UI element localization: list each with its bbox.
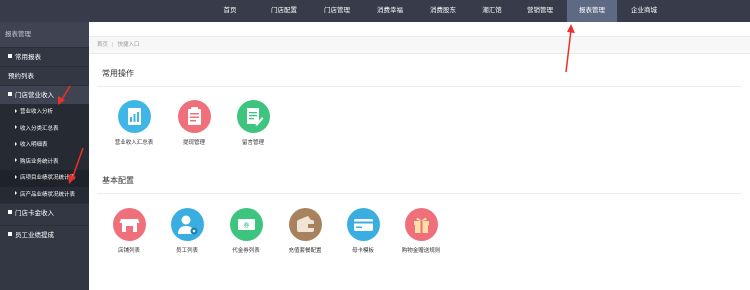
sidebar-subitem-label: 购店业务统计表 bbox=[20, 158, 59, 165]
caret-right-icon bbox=[15, 158, 17, 163]
card-template-icon bbox=[346, 208, 380, 241]
sidebar-item-label: 门店营业收入 bbox=[15, 92, 54, 99]
tile-shopping-gold-rules[interactable]: 购物金赠送规则 bbox=[393, 208, 449, 254]
nav-home[interactable]: 首页 bbox=[215, 0, 245, 22]
tile-label: 营业收入汇总表 bbox=[114, 140, 154, 146]
annotation-arrow-store-revenue bbox=[58, 85, 71, 105]
report-chart-icon bbox=[117, 100, 151, 133]
sidebar-item-label: 常用报表 bbox=[15, 54, 41, 61]
main-content: 首页 | 快捷入口 常用操作 营业收入汇总表 提现管理 留言管理 基本配置 店铺列表… bbox=[89, 22, 750, 290]
note-edit-icon bbox=[236, 100, 270, 133]
sidebar-title: 报表管理 bbox=[0, 22, 89, 47]
tile-card-template[interactable]: 母卡模板 bbox=[335, 208, 391, 254]
bullet-icon bbox=[8, 210, 12, 215]
store-icon bbox=[112, 208, 146, 241]
sidebar-item-label: 门店卡金收入 bbox=[15, 210, 54, 217]
bullet-icon bbox=[8, 92, 12, 97]
wallet-icon bbox=[288, 208, 322, 241]
caret-right-icon bbox=[15, 174, 17, 179]
nav-consumer-happiness[interactable]: 消费幸福 bbox=[367, 0, 413, 22]
tile-voucher-list[interactable]: 券 代金券列表 bbox=[218, 208, 274, 254]
nav-consumer-shareholder[interactable]: 消费股东 bbox=[420, 0, 466, 22]
section-title-common: 常用操作 bbox=[102, 69, 134, 78]
sidebar-item-store-revenue[interactable]: 门店营业收入 bbox=[0, 85, 89, 104]
top-nav-menu: 首页 门店配置 门店管理 消费幸福 消费股东 潮汇馆 营销管理 报表管理 企业商… bbox=[215, 0, 666, 22]
sidebar-item-reservation-list[interactable]: 预约列表 bbox=[0, 66, 89, 85]
clipboard-icon bbox=[177, 100, 211, 133]
caret-right-icon bbox=[15, 108, 17, 113]
tile-message-management[interactable]: 留言管理 bbox=[225, 100, 281, 146]
nav-enterprise-mall[interactable]: 企业商城 bbox=[622, 0, 666, 22]
tile-label: 代金券列表 bbox=[232, 248, 260, 254]
breadcrumb: 首页 | 快捷入口 bbox=[89, 36, 750, 54]
section-divider bbox=[97, 86, 742, 87]
sidebar-item-common-reports[interactable]: 常用报表 bbox=[0, 47, 89, 66]
sidebar-subitem-label: 收入明细表 bbox=[20, 142, 48, 148]
annotation-arrow-project-performance bbox=[68, 147, 84, 184]
svg-text:券: 券 bbox=[243, 222, 249, 230]
tile-staff-list[interactable]: 员工列表 bbox=[159, 208, 215, 254]
nav-trend-hall[interactable]: 潮汇馆 bbox=[472, 0, 512, 22]
caret-right-icon bbox=[15, 191, 17, 196]
tile-label: 店铺列表 bbox=[117, 248, 140, 254]
sidebar-subitem-label: 营业收入分析 bbox=[20, 109, 54, 115]
nav-reports[interactable]: 报表管理 bbox=[567, 0, 617, 22]
sidebar-subitem-revenue-analysis[interactable]: 营业收入分析 bbox=[0, 104, 89, 121]
user-settings-icon bbox=[170, 208, 204, 241]
sidebar-item-store-card-revenue[interactable]: 门店卡金收入 bbox=[0, 203, 89, 222]
voucher-icon: 券 bbox=[229, 208, 263, 241]
tile-label: 购物金赠送规则 bbox=[401, 248, 441, 254]
nav-store-config[interactable]: 门店配置 bbox=[261, 0, 307, 22]
nav-store-management[interactable]: 门店管理 bbox=[314, 0, 360, 22]
tile-store-list[interactable]: 店铺列表 bbox=[101, 208, 157, 254]
breadcrumb-home[interactable]: 首页 bbox=[97, 42, 108, 48]
sidebar-item-staff-commission[interactable]: 员工业绩提成 bbox=[0, 225, 89, 244]
sidebar-subitem-label: 店产品业绩状况统计表 bbox=[20, 191, 76, 198]
sidebar-item-label: 员工业绩提成 bbox=[15, 232, 54, 239]
gift-icon bbox=[404, 208, 438, 241]
tile-label: 留言管理 bbox=[241, 140, 264, 146]
caret-right-icon bbox=[15, 125, 17, 130]
top-nav-bar: 首页 门店配置 门店管理 消费幸福 消费股东 潮汇馆 营销管理 报表管理 企业商… bbox=[0, 0, 750, 22]
tile-label: 员工列表 bbox=[175, 248, 198, 254]
caret-right-icon bbox=[15, 141, 17, 146]
tile-withdraw-management[interactable]: 提现管理 bbox=[166, 100, 222, 146]
tile-label: 提现管理 bbox=[182, 140, 205, 146]
section-title-basic: 基本配置 bbox=[102, 176, 134, 185]
bullet-icon bbox=[8, 232, 12, 237]
nav-marketing[interactable]: 营销管理 bbox=[518, 0, 562, 22]
breadcrumb-current: 快捷入口 bbox=[117, 42, 140, 48]
tile-recharge-package[interactable]: 充值套餐配置 bbox=[277, 208, 333, 254]
sidebar-item-label: 预约列表 bbox=[8, 73, 34, 80]
bullet-icon bbox=[8, 54, 12, 59]
breadcrumb-separator: | bbox=[112, 42, 114, 48]
tile-label: 充值套餐配置 bbox=[288, 248, 322, 254]
annotation-arrow-reports bbox=[565, 24, 575, 73]
tile-label: 母卡模板 bbox=[351, 248, 374, 254]
sidebar-subitem-label: 收入分类汇总表 bbox=[20, 125, 59, 132]
sidebar-subitem-product-performance[interactable]: 店产品业绩状况统计表 bbox=[0, 186, 89, 203]
section-divider bbox=[97, 193, 742, 194]
tile-revenue-summary[interactable]: 营业收入汇总表 bbox=[106, 100, 162, 146]
sidebar-subitem-revenue-category-summary[interactable]: 收入分类汇总表 bbox=[0, 120, 89, 137]
